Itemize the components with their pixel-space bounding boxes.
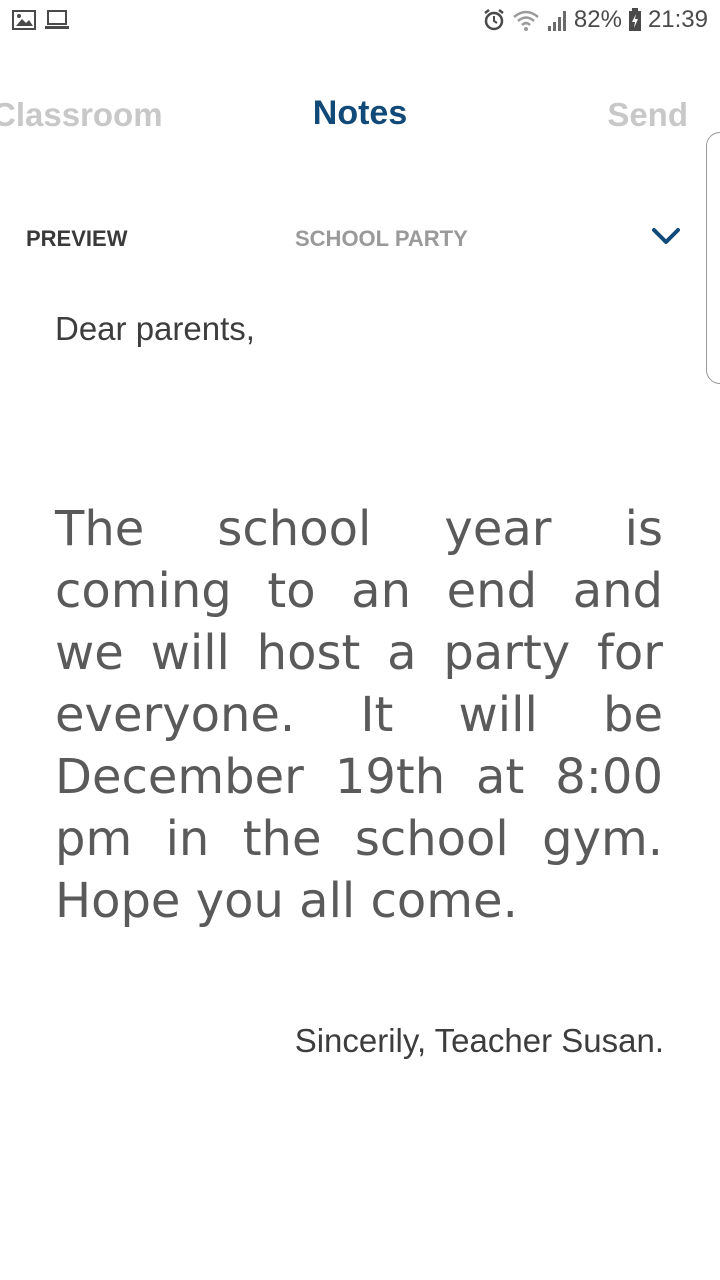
letter-greeting: Dear parents, xyxy=(55,310,255,347)
preview-label: PREVIEW xyxy=(26,226,128,251)
status-bar: 82% 21:39 xyxy=(0,0,720,44)
battery-charging-icon xyxy=(628,8,642,32)
clock: 21:39 xyxy=(647,6,708,33)
gallery-icon xyxy=(12,10,36,30)
status-bar-left xyxy=(12,10,70,30)
send-button[interactable]: Send xyxy=(607,96,688,134)
signal-icon xyxy=(546,8,568,32)
wifi-icon xyxy=(512,8,540,32)
preview-row: PREVIEW SCHOOL PARTY xyxy=(0,222,720,262)
topic-selector[interactable]: SCHOOL PARTY xyxy=(295,226,468,252)
battery-percent: 82% xyxy=(573,6,622,33)
nav-header: Classroom Notes Send xyxy=(0,88,720,144)
status-bar-right: 82% 21:39 xyxy=(482,6,708,34)
letter-body: The school year is coming to an end and … xyxy=(55,501,663,929)
alarm-icon xyxy=(482,8,506,32)
letter-signature: Sincerily, Teacher Susan. xyxy=(294,1022,664,1059)
chevron-down-icon[interactable] xyxy=(650,224,682,250)
laptop-icon xyxy=(44,10,70,30)
